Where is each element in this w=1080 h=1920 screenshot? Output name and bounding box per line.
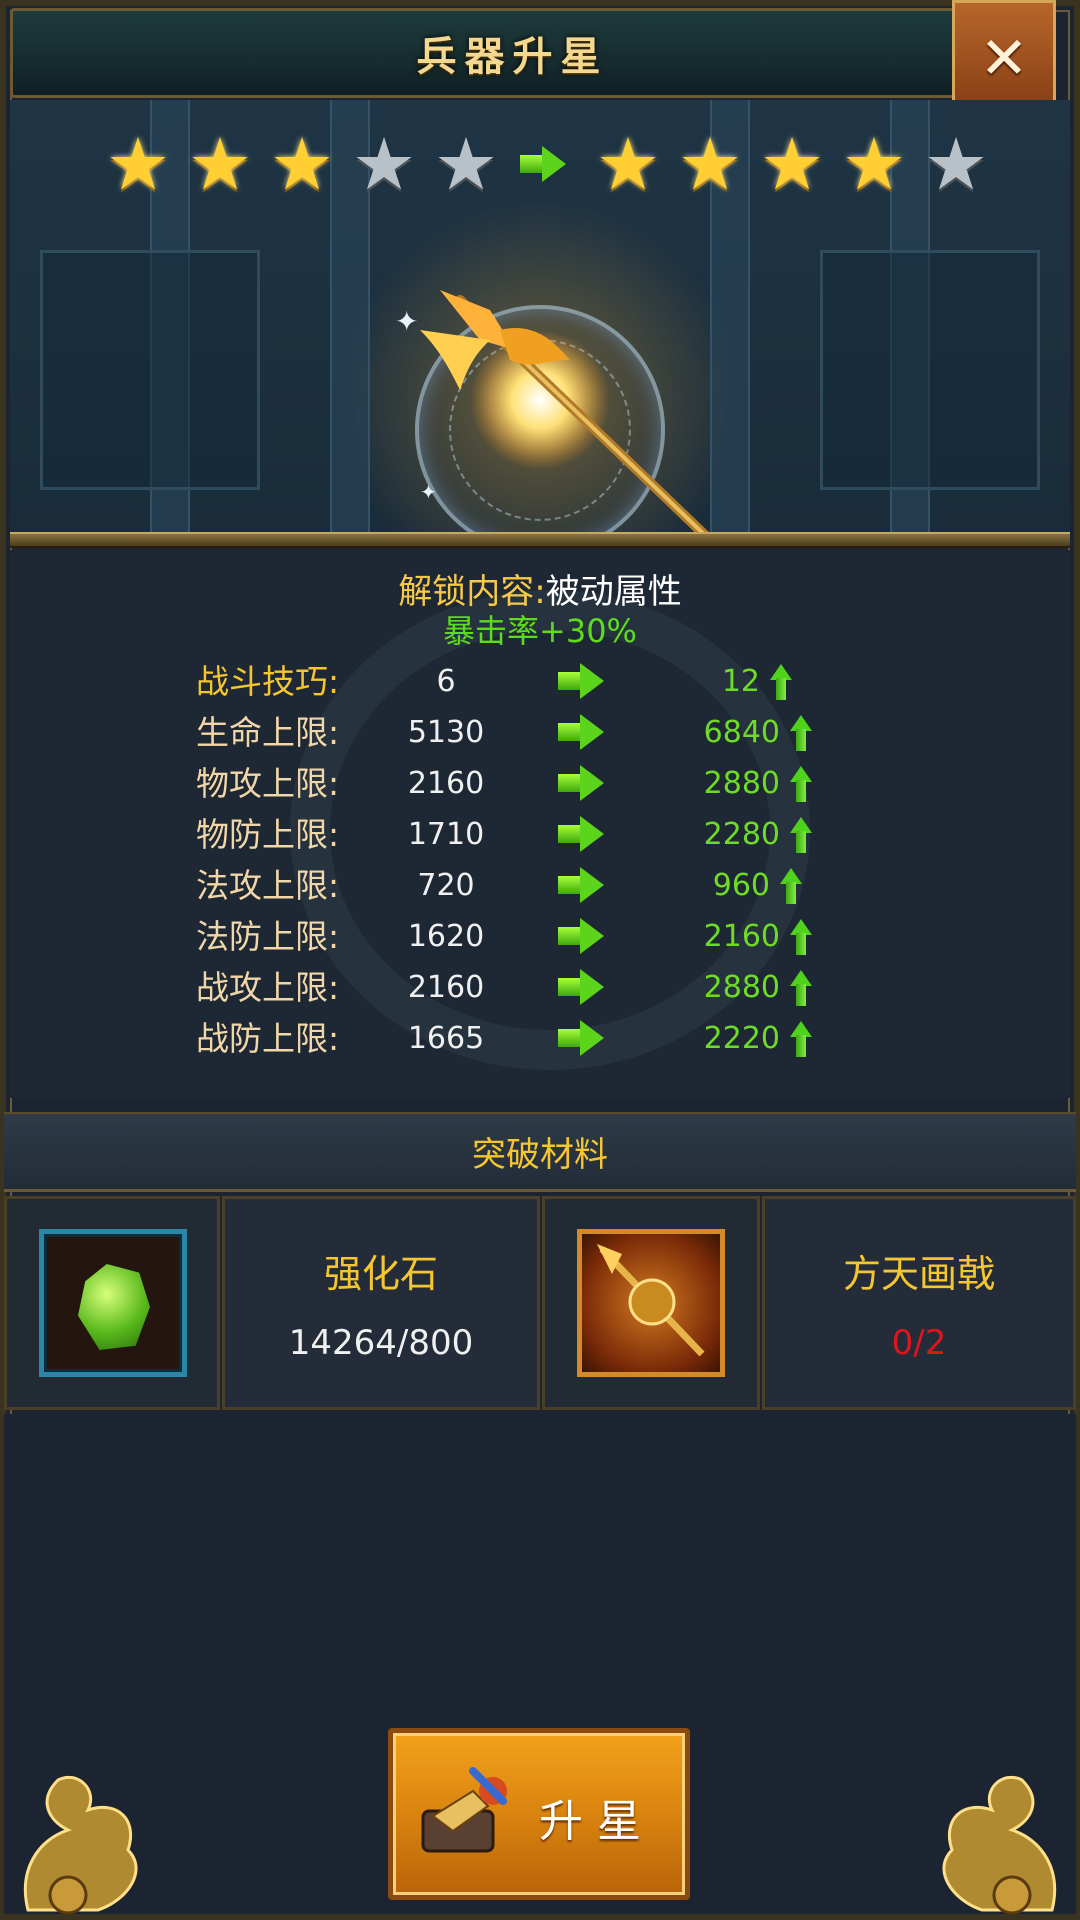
materials-row: 强化石 14264/800 方天画戟 0/2 xyxy=(4,1196,1076,1410)
stat-current: 6 xyxy=(436,664,456,699)
stats-panel: 解锁内容:被动属性 暴击率+30% 战斗技巧: 6 12 生命上限: 5130 … xyxy=(10,550,1070,1098)
stat-next: 2880 xyxy=(703,970,780,1005)
stat-row: 战攻上限: 2160 2880 xyxy=(10,962,1070,1013)
materials-title: 突破材料 xyxy=(472,1135,608,1175)
star-filled-icon: ★ xyxy=(187,122,253,206)
stat-row: 战斗技巧: 6 12 xyxy=(10,656,1070,707)
stat-row: 生命上限: 5130 6840 xyxy=(10,707,1070,758)
arrow-right-icon xyxy=(520,146,566,182)
gem-shape xyxy=(78,1264,150,1350)
material-slot[interactable] xyxy=(4,1196,220,1410)
star-filled-icon: ★ xyxy=(269,122,335,206)
arrow-up-icon xyxy=(790,715,812,751)
star-filled-icon: ★ xyxy=(841,122,907,206)
stat-current: 720 xyxy=(417,868,475,903)
halberd-icon xyxy=(577,1229,725,1377)
material-info: 强化石 14264/800 xyxy=(222,1196,540,1410)
stat-next: 2880 xyxy=(703,766,780,801)
stat-label: 物攻上限: xyxy=(196,764,340,803)
star-filled-icon: ★ xyxy=(677,122,743,206)
stat-next: 2160 xyxy=(703,919,780,954)
stat-current: 2160 xyxy=(407,970,485,1005)
material-count: 0/2 xyxy=(891,1323,947,1363)
sparkle-icon: ✦ xyxy=(420,480,437,504)
stat-label: 战防上限: xyxy=(196,1019,340,1058)
star-empty-icon: ★ xyxy=(923,122,989,206)
arrow-up-icon xyxy=(790,970,812,1006)
material-name: 方天画戟 xyxy=(842,1252,995,1296)
material-slot[interactable] xyxy=(542,1196,760,1410)
stat-label: 战斗技巧: xyxy=(196,662,340,701)
stat-label: 法攻上限: xyxy=(196,866,340,905)
arrow-up-icon xyxy=(790,766,812,802)
stat-row: 物攻上限: 2160 2880 xyxy=(10,758,1070,809)
arrow-right-icon xyxy=(558,969,604,1005)
stat-row: 物防上限: 1710 2280 xyxy=(10,809,1070,860)
stat-next: 6840 xyxy=(703,715,780,750)
stat-row: 法防上限: 1620 2160 xyxy=(10,911,1070,962)
star-empty-icon: ★ xyxy=(433,122,499,206)
halberd-weapon-image xyxy=(420,290,718,538)
arrow-right-icon xyxy=(558,765,604,801)
unlock-effect: 暴击率+30% xyxy=(443,612,637,650)
dragon-ornament-icon xyxy=(942,1775,1057,1915)
upgrade-star-button[interactable]: 升星 xyxy=(388,1728,690,1900)
arrow-right-icon xyxy=(558,1020,604,1056)
stat-row: 战防上限: 1665 2220 xyxy=(10,1013,1070,1064)
arrow-right-icon xyxy=(558,918,604,954)
arrow-up-icon xyxy=(780,868,802,904)
stat-next: 2220 xyxy=(703,1021,780,1056)
materials-header: 突破材料 xyxy=(4,1112,1076,1192)
arrow-right-icon xyxy=(558,714,604,750)
stat-current: 2160 xyxy=(407,766,485,801)
stat-label: 生命上限: xyxy=(196,713,340,752)
halberd-icon-art xyxy=(597,1244,705,1357)
arrow-right-icon xyxy=(558,816,604,852)
close-icon: ✕ xyxy=(979,24,1029,92)
stat-row: 法攻上限: 720 960 xyxy=(10,860,1070,911)
stat-current: 1665 xyxy=(407,1021,485,1056)
star-filled-icon: ★ xyxy=(105,122,171,206)
arrow-up-icon xyxy=(770,664,792,700)
stat-current: 1710 xyxy=(407,817,485,852)
star-filled-icon: ★ xyxy=(759,122,825,206)
stat-label: 战攻上限: xyxy=(196,968,340,1007)
arrow-right-icon xyxy=(558,663,604,699)
stat-next: 960 xyxy=(712,868,770,903)
background-panel xyxy=(40,250,260,490)
stat-label: 物防上限: xyxy=(196,815,340,854)
upgrade-star-label: 升星 xyxy=(539,1796,655,1847)
stat-current: 5130 xyxy=(407,715,485,750)
forge-hammer-icon xyxy=(421,1767,507,1853)
arrow-up-icon xyxy=(790,919,812,955)
stat-current: 1620 xyxy=(407,919,485,954)
star-rating: ★ ★ ★ ★ ★ ★ ★ ★ ★ ★ xyxy=(10,128,1070,208)
dragon-ornament-icon xyxy=(23,1775,138,1915)
green-gem-icon xyxy=(39,1229,187,1377)
stat-next: 2280 xyxy=(703,817,780,852)
material-info: 方天画戟 0/2 xyxy=(762,1196,1076,1410)
weapon-showcase: ★ ★ ★ ★ ★ ★ ★ ★ ★ ★ ✦ ✦ xyxy=(10,100,1070,538)
title-bar: 兵器升星 xyxy=(10,8,1015,98)
background-panel xyxy=(820,250,1040,490)
page-title: 兵器升星 xyxy=(416,34,609,80)
arrow-up-icon xyxy=(790,1021,812,1057)
ornamental-divider xyxy=(10,532,1070,548)
star-filled-icon: ★ xyxy=(595,122,661,206)
stat-next: 12 xyxy=(721,664,760,699)
arrow-right-icon xyxy=(558,867,604,903)
stat-label: 法防上限: xyxy=(196,917,340,956)
star-empty-icon: ★ xyxy=(351,122,417,206)
material-name: 强化石 xyxy=(323,1252,438,1296)
material-count: 14264/800 xyxy=(288,1323,474,1363)
sparkle-icon: ✦ xyxy=(395,305,419,338)
arrow-up-icon xyxy=(790,817,812,853)
